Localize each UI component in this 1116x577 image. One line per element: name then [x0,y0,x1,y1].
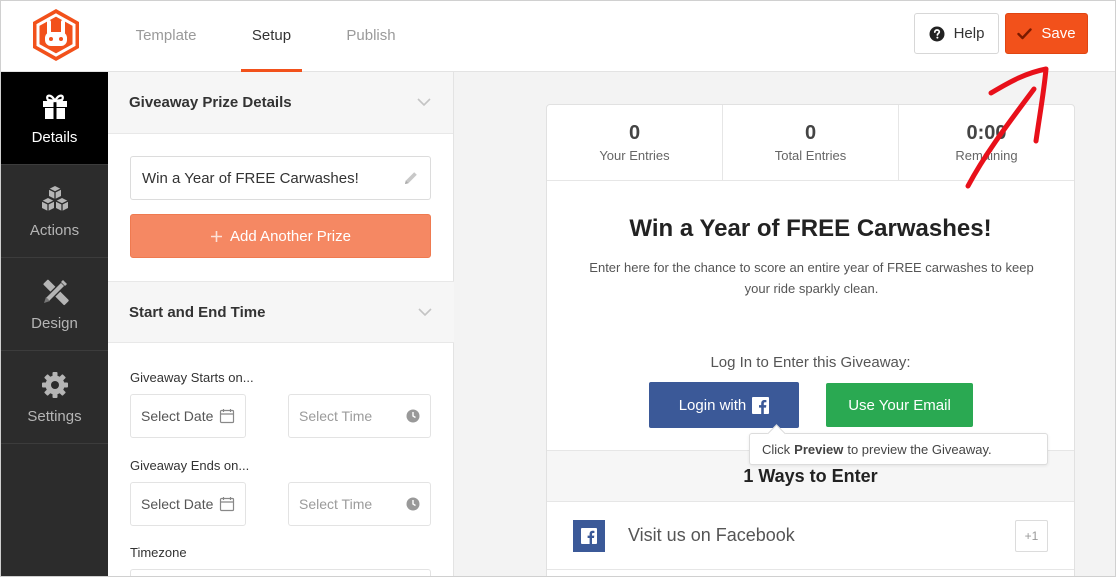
giveaway-preview-card: 0 Your Entries 0 Total Entries 0:00 Rema… [546,104,1075,576]
stats-bar: 0 Your Entries 0 Total Entries 0:00 Rema… [547,105,1074,181]
save-label: Save [1041,25,1076,42]
end-date-value: Select Date [141,496,214,512]
check-icon [1017,27,1033,39]
clock-icon [406,497,420,511]
start-date-value: Select Date [141,408,214,424]
time-section-header[interactable]: Start and End Time [108,281,454,343]
sidebar-item-label: Design [31,314,78,332]
giveaway-description: Enter here for the chance to score an en… [589,260,1034,296]
stat-value: 0 [804,122,817,144]
stat-remaining: 0:00 Remaining [899,105,1074,180]
chevron-down-icon [418,307,432,316]
help-label: Help [953,25,985,42]
calendar-icon [219,409,235,424]
stat-value: 0 [628,122,641,144]
add-prize-button[interactable]: Add Another Prize [130,214,431,258]
tab-template[interactable]: Template [129,1,203,71]
tooltip-text-before: Click [762,441,791,457]
timezone-select[interactable] [130,569,431,576]
timezone-label: Timezone [130,545,187,560]
sidebar-item-design[interactable]: Design [1,258,108,351]
gift-icon [42,94,67,119]
preview-tooltip: Click Preview to preview the Giveaway. [749,433,1048,465]
section-title: Start and End Time [129,303,266,321]
starts-label: Giveaway Starts on... [130,370,254,385]
plus-icon [211,230,223,242]
end-date-select[interactable]: Select Date [130,482,246,526]
stat-label: Remaining [955,148,1018,163]
design-tools-icon [42,279,69,305]
stat-total-entries: 0 Total Entries [723,105,899,180]
rafflepress-logo-icon[interactable] [30,8,82,62]
login-prompt: Log In to Enter this Giveaway: [710,354,911,371]
section-title: Giveaway Prize Details [129,94,292,111]
entry-option-facebook[interactable]: Visit us on Facebook +1 [547,503,1074,570]
help-button[interactable]: Help [914,13,999,54]
sidebar: Details Actions Design Settings [1,72,108,576]
stat-label: Your Entries [599,148,670,163]
tab-setup[interactable]: Setup [241,1,302,72]
stat-label: Total Entries [774,148,847,163]
clock-icon [406,409,420,423]
entry-points-badge: +1 [1015,520,1048,552]
start-time-value: Select Time [299,408,373,424]
tooltip-text-after: to preview the Giveaway. [847,441,992,457]
sidebar-item-actions[interactable]: Actions [1,165,108,258]
gear-icon [41,371,68,398]
prize-name-value: Win a Year of FREE Carwashes! [142,169,359,187]
sidebar-item-label: Settings [27,407,82,425]
cubes-icon [41,185,68,211]
sidebar-item-label: Actions [29,221,80,239]
calendar-icon [219,497,235,512]
ends-label: Giveaway Ends on... [130,458,250,473]
tooltip-emphasis: Preview [794,441,844,457]
end-time-select[interactable]: Select Time [288,482,431,526]
stat-value: 0:00 [966,122,1007,144]
sidebar-item-details[interactable]: Details [1,72,108,165]
pencil-icon[interactable] [403,170,419,186]
sidebar-item-label: Details [31,128,78,146]
tab-publish[interactable]: Publish [340,1,402,71]
prize-name-field[interactable]: Win a Year of FREE Carwashes! [130,156,431,200]
sidebar-item-settings[interactable]: Settings [1,351,108,444]
add-prize-label: Add Another Prize [230,227,351,245]
facebook-icon [752,396,770,414]
facebook-login-button[interactable]: Login with [649,382,799,428]
facebook-icon [573,520,605,552]
settings-panel: Giveaway Prize Details Win a Year of FRE… [108,72,454,576]
facebook-login-label: Login with [678,396,747,414]
app-window: Template Setup Publish Help Save Details… [0,0,1116,577]
question-circle-icon [929,26,945,41]
start-time-select[interactable]: Select Time [288,394,431,438]
chevron-down-icon [417,98,431,107]
start-date-select[interactable]: Select Date [130,394,246,438]
prize-section-header[interactable]: Giveaway Prize Details [108,72,453,134]
entry-label: Visit us on Facebook [628,525,795,545]
giveaway-title: Win a Year of FREE Carwashes! [629,215,992,242]
stat-your-entries: 0 Your Entries [547,105,723,180]
ways-to-enter-title: 1 Ways to Enter [743,466,878,486]
end-time-value: Select Time [299,496,373,512]
save-button[interactable]: Save [1005,13,1088,54]
email-login-button[interactable]: Use Your Email [826,383,973,427]
top-bar: Template Setup Publish Help Save [1,1,1115,72]
